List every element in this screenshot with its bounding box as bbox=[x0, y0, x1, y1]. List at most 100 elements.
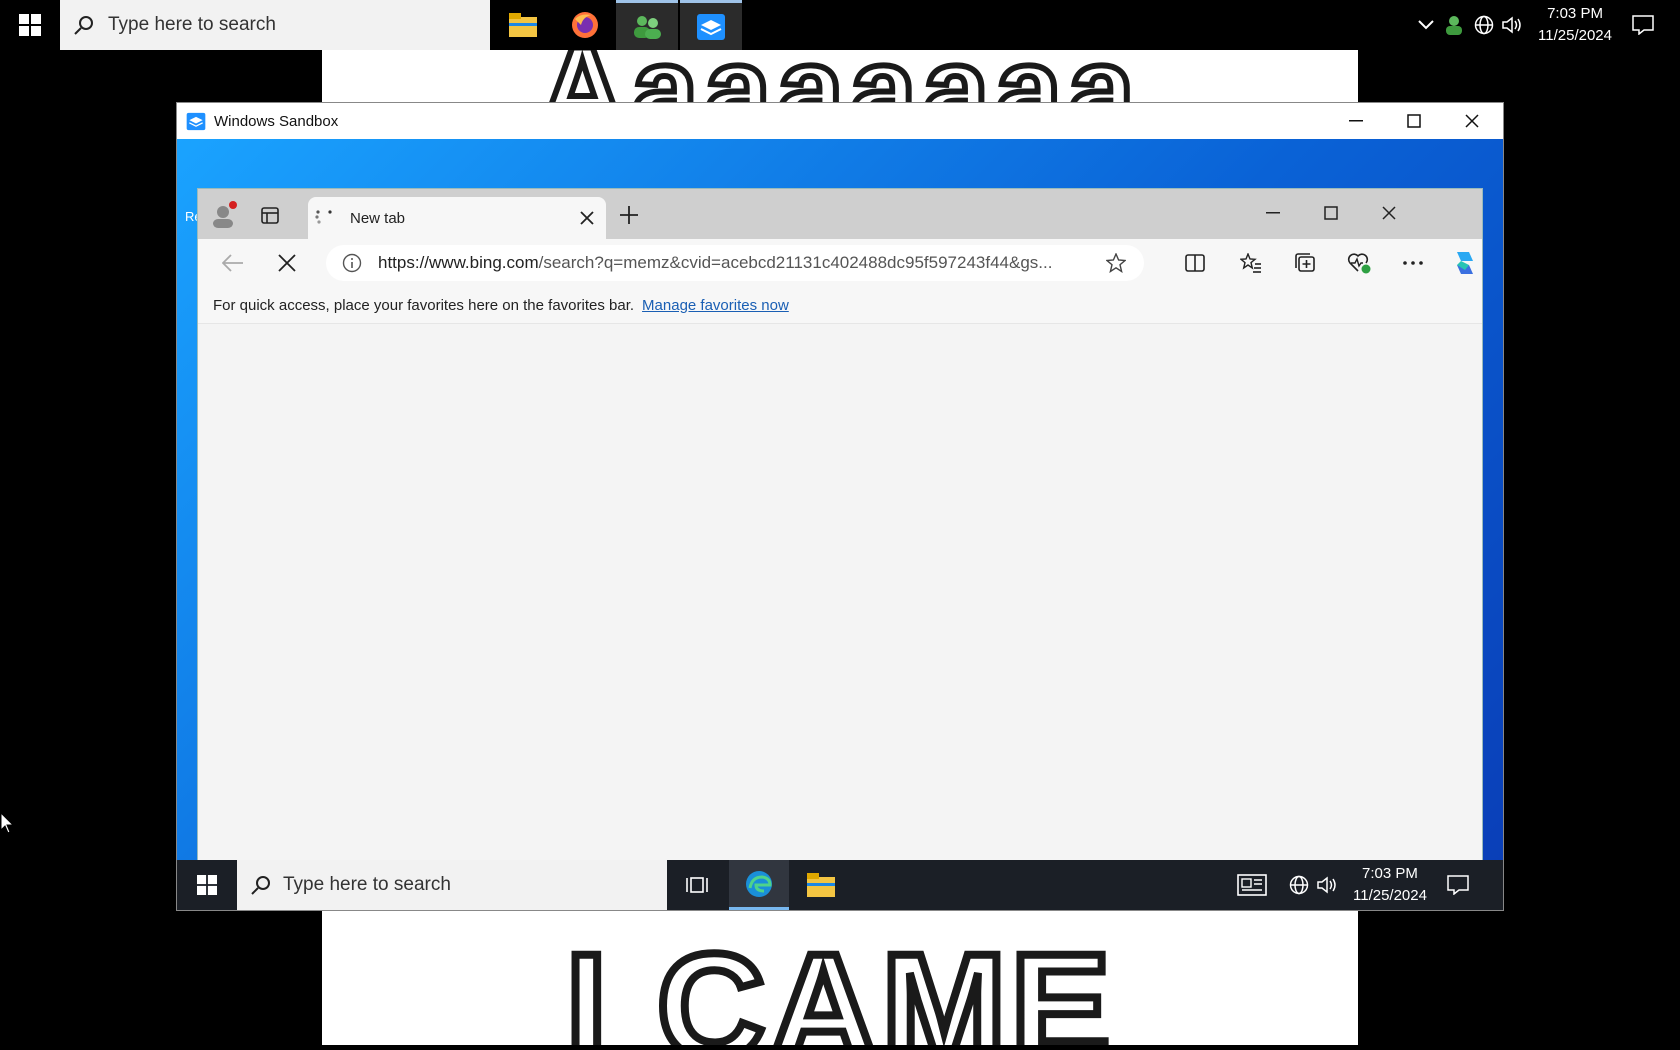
collections-icon bbox=[1295, 253, 1315, 272]
close-icon bbox=[1382, 206, 1396, 220]
maximize-button[interactable] bbox=[1385, 103, 1443, 139]
edge-close-button[interactable] bbox=[1360, 189, 1418, 237]
clock-date: 11/25/2024 bbox=[1353, 887, 1427, 904]
task-view-button[interactable] bbox=[667, 860, 727, 910]
edge-toolbar: https://www.bing.com/search?q=memz&cvid=… bbox=[198, 239, 1482, 287]
search-icon bbox=[251, 875, 271, 895]
back-arrow-icon bbox=[222, 254, 243, 272]
sandbox-title: Windows Sandbox bbox=[214, 112, 339, 130]
clock[interactable]: 7:03 PM 11/25/2024 bbox=[1538, 3, 1612, 47]
news-icon[interactable] bbox=[1237, 874, 1267, 896]
favbar-hint: For quick access, place your favorites h… bbox=[213, 296, 635, 314]
copilot-icon bbox=[1457, 252, 1473, 274]
sandbox-window: Windows Sandbox Re New tab https://www.b… bbox=[177, 103, 1503, 910]
url-path: /search?q=memz&cvid=acebcd21131c402488dc… bbox=[538, 253, 1053, 272]
chevron-up-icon[interactable] bbox=[1418, 20, 1434, 30]
collections-button[interactable] bbox=[1278, 239, 1332, 287]
minimize-button[interactable] bbox=[1327, 103, 1385, 139]
search-placeholder: Type here to search bbox=[108, 14, 276, 35]
clock-time: 7:03 PM bbox=[1547, 5, 1603, 22]
start-button[interactable] bbox=[0, 0, 60, 50]
system-tray: 7:03 PM 11/25/2024 bbox=[1418, 0, 1680, 50]
copilot-button[interactable] bbox=[1438, 239, 1492, 287]
address-bar[interactable]: https://www.bing.com/search?q=memz&cvid=… bbox=[326, 245, 1144, 281]
sandbox-taskbar: Type here to search 7:03 PM 11/25/2024 bbox=[177, 860, 1503, 910]
folder-icon bbox=[509, 13, 537, 37]
user-status-icon[interactable] bbox=[1444, 15, 1464, 35]
page-content bbox=[198, 324, 1482, 860]
search-box[interactable]: Type here to search bbox=[60, 0, 490, 50]
close-button[interactable] bbox=[1443, 103, 1501, 139]
notification-icon[interactable] bbox=[1632, 15, 1654, 35]
split-screen-icon bbox=[1185, 254, 1205, 272]
edge-tabstrip: New tab bbox=[198, 189, 1482, 239]
edge-maximize-button[interactable] bbox=[1302, 189, 1360, 237]
sandbox-clock[interactable]: 7:03 PM 11/25/2024 bbox=[1353, 863, 1427, 907]
meme-bottom-text: I CAME bbox=[562, 918, 1115, 1045]
folder-icon bbox=[807, 873, 835, 897]
network-globe-icon[interactable] bbox=[1474, 15, 1494, 35]
plus-icon bbox=[620, 206, 638, 224]
stop-loading-button[interactable] bbox=[260, 239, 314, 287]
search-placeholder: Type here to search bbox=[283, 874, 451, 895]
tab-actions-icon bbox=[261, 207, 279, 224]
clock-date: 11/25/2024 bbox=[1538, 27, 1612, 44]
tab-close-icon[interactable] bbox=[580, 211, 594, 225]
windows-icon bbox=[19, 14, 41, 36]
profile-avatar[interactable] bbox=[210, 201, 238, 229]
minimize-icon bbox=[1349, 120, 1363, 122]
stop-icon bbox=[278, 254, 296, 272]
people-taskbar-button[interactable] bbox=[616, 0, 678, 50]
maximize-icon bbox=[1324, 206, 1338, 220]
more-dots-icon bbox=[1403, 261, 1423, 265]
close-icon bbox=[1465, 114, 1479, 128]
sandbox-icon bbox=[186, 112, 206, 131]
sandbox-icon bbox=[697, 13, 725, 40]
sandbox-search-box[interactable]: Type here to search bbox=[237, 860, 667, 910]
task-view-icon bbox=[686, 877, 708, 893]
search-icon bbox=[74, 15, 94, 35]
windows-icon bbox=[197, 875, 217, 895]
windows-sandbox-taskbar-button[interactable] bbox=[680, 0, 742, 50]
people-icon bbox=[634, 15, 661, 39]
tab-title: New tab bbox=[350, 209, 406, 227]
favorites-list-icon bbox=[1240, 253, 1261, 273]
more-menu-button[interactable] bbox=[1386, 239, 1440, 287]
host-taskbar: Type here to search 7:03 PM 11/25/2024 bbox=[0, 0, 1680, 50]
maximize-icon bbox=[1407, 114, 1421, 128]
favorites-button[interactable] bbox=[1224, 239, 1278, 287]
sandbox-start-button[interactable] bbox=[177, 860, 237, 910]
manage-favorites-link[interactable]: Manage favorites now bbox=[642, 297, 789, 314]
volume-icon[interactable] bbox=[1502, 16, 1524, 34]
minimize-icon bbox=[1266, 212, 1280, 214]
sandbox-titlebar[interactable]: Windows Sandbox bbox=[177, 103, 1503, 139]
tab-new-tab[interactable]: New tab bbox=[308, 197, 606, 239]
split-screen-button[interactable] bbox=[1168, 239, 1222, 287]
sandbox-tray: 7:03 PM 11/25/2024 bbox=[1237, 860, 1469, 910]
back-button[interactable] bbox=[206, 239, 260, 287]
browser-essentials-button[interactable] bbox=[1332, 239, 1386, 287]
edge-window: New tab https://www.bing.com/search?q=me… bbox=[198, 189, 1482, 860]
heart-pulse-icon bbox=[1347, 253, 1371, 274]
firefox-icon bbox=[572, 12, 598, 38]
profile-icon bbox=[213, 201, 237, 228]
site-info-icon[interactable] bbox=[342, 253, 362, 273]
edge-taskbar-button[interactable] bbox=[729, 860, 789, 910]
network-globe-icon[interactable] bbox=[1289, 875, 1309, 895]
sandbox-file-explorer-button[interactable] bbox=[791, 860, 851, 910]
file-explorer-taskbar-button[interactable] bbox=[492, 0, 554, 50]
firefox-taskbar-button[interactable] bbox=[554, 0, 616, 50]
tab-actions-button[interactable] bbox=[260, 205, 280, 225]
favorites-bar: For quick access, place your favorites h… bbox=[198, 287, 1482, 324]
volume-icon[interactable] bbox=[1317, 876, 1339, 894]
loading-spinner-icon bbox=[314, 208, 334, 228]
new-tab-button[interactable] bbox=[620, 206, 638, 224]
url-host: https://www.bing.com bbox=[378, 253, 539, 272]
favorite-star-icon[interactable] bbox=[1106, 253, 1126, 273]
edge-icon bbox=[746, 870, 772, 897]
sandbox-desktop: Re New tab https://www.bing.com /search?… bbox=[177, 139, 1503, 860]
notification-icon[interactable] bbox=[1447, 875, 1469, 895]
clock-time: 7:03 PM bbox=[1362, 865, 1418, 882]
mouse-cursor-icon bbox=[0, 812, 14, 834]
edge-minimize-button[interactable] bbox=[1244, 189, 1302, 237]
